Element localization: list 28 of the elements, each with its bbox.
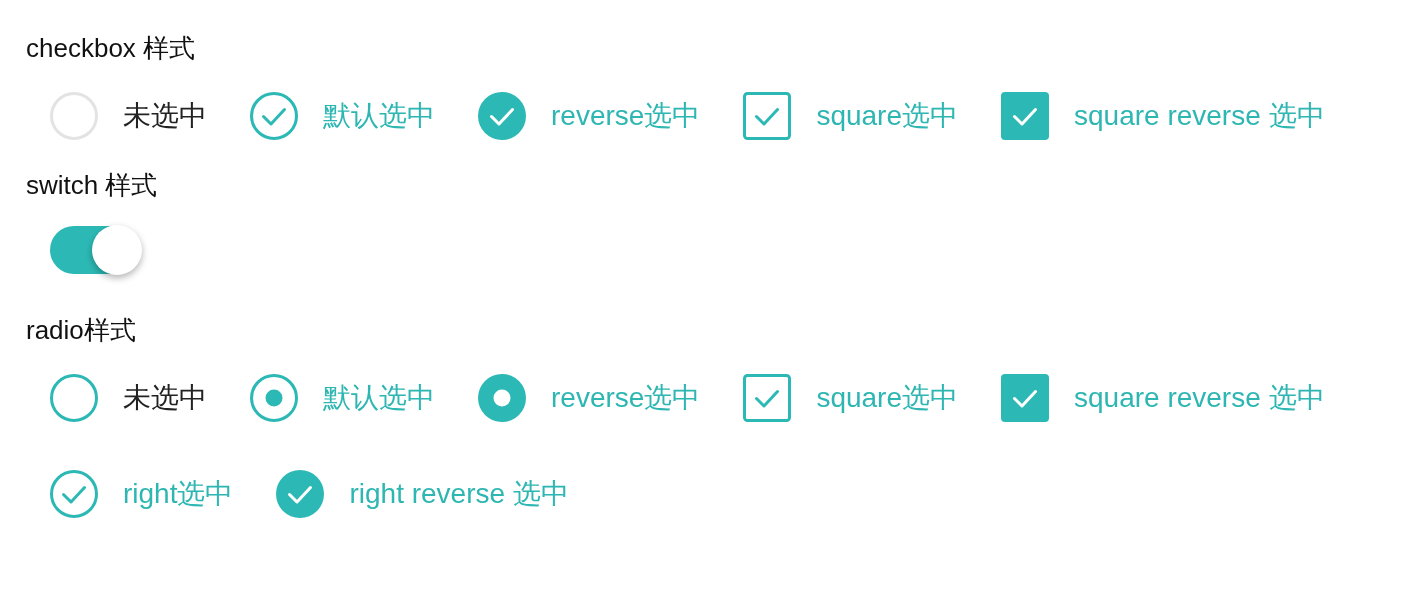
- check-circle-icon: [276, 470, 325, 518]
- checkbox-option[interactable]: 未选中: [50, 92, 207, 140]
- radio-option[interactable]: 默认选中: [250, 374, 435, 422]
- radio-option[interactable]: right选中: [50, 470, 234, 518]
- radio-option[interactable]: 未选中: [50, 374, 207, 422]
- section-title: checkbox 样式: [26, 32, 196, 65]
- checkbox-icon: [743, 374, 792, 422]
- checkbox-option[interactable]: square选中: [743, 92, 958, 140]
- checkbox-icon: [743, 92, 792, 140]
- checkbox-option[interactable]: reverse选中: [478, 92, 701, 140]
- radio-option[interactable]: square reverse 选中: [1001, 374, 1325, 422]
- radio-option[interactable]: square选中: [743, 374, 958, 422]
- check-circle-icon: [250, 92, 298, 140]
- circle-icon: [50, 374, 98, 422]
- checkbox-option[interactable]: square reverse 选中: [1001, 92, 1325, 140]
- radio-icon: [250, 374, 298, 422]
- radio-icon: [478, 374, 526, 422]
- section-title: switch 样式: [26, 169, 158, 202]
- check-circle-icon: [478, 92, 526, 140]
- radio-option[interactable]: reverse选中: [478, 374, 701, 422]
- check-circle-icon: [50, 470, 98, 518]
- checkbox-icon: [1001, 374, 1049, 422]
- checkbox-icon: [1001, 92, 1049, 140]
- toggle-switch[interactable]: [50, 225, 142, 275]
- section-title: radio样式: [26, 314, 136, 347]
- radio-option[interactable]: right reverse 选中: [276, 470, 569, 518]
- circle-icon: [50, 92, 98, 140]
- checkbox-option[interactable]: 默认选中: [250, 92, 435, 140]
